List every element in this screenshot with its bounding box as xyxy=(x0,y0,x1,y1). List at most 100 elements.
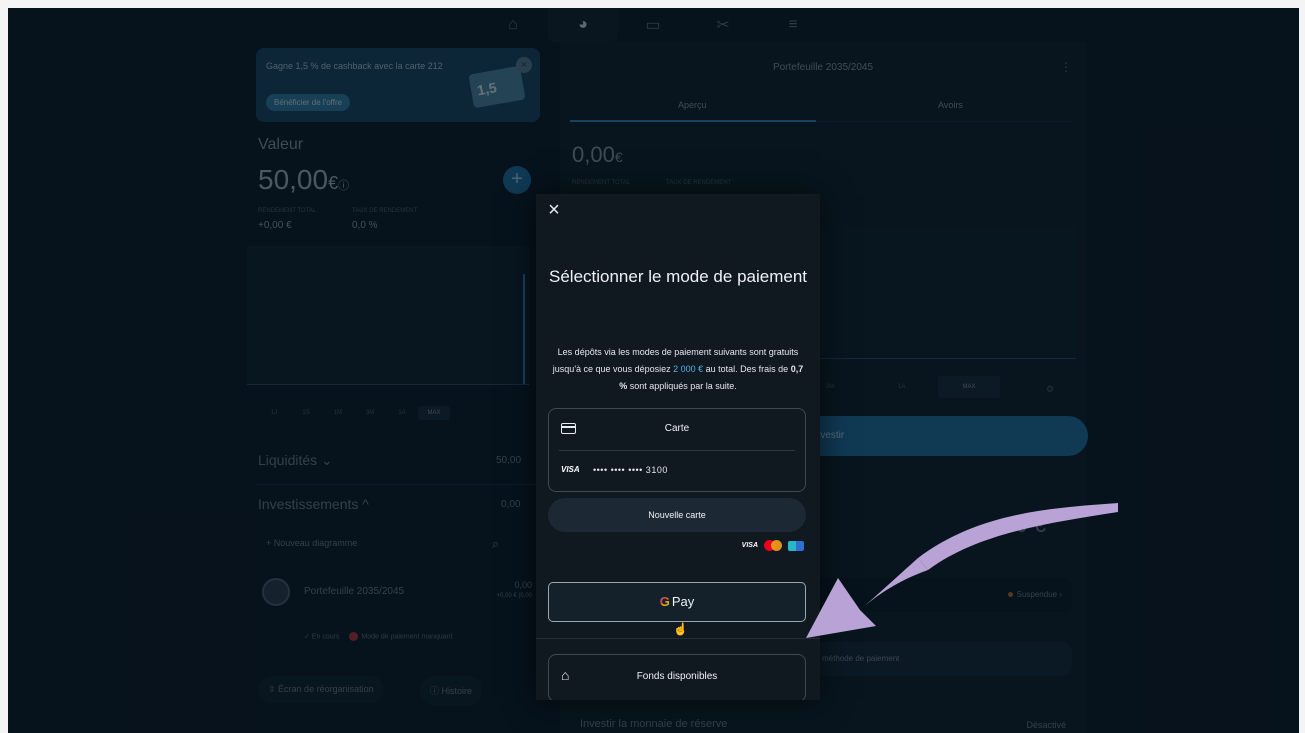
portfolio-value: 0,00 +0,00 € (0,00 xyxy=(496,580,532,602)
value-currency: € xyxy=(328,173,339,193)
investissements-label: Investissements xyxy=(258,496,359,512)
cb-logo xyxy=(788,540,804,551)
history-label: Histoire xyxy=(441,686,473,696)
promo-text: Gagne 1,5 % de cashback avec la carte 21… xyxy=(266,61,443,71)
active-tab-indicator xyxy=(570,120,816,122)
close-icon[interactable]: × xyxy=(544,200,564,220)
portfolio-row[interactable]: Portefeuille 2035/2045 0,00 +0,00 € (0,0… xyxy=(258,574,540,612)
range-1d[interactable]: 1J xyxy=(258,410,290,420)
reorganize-label: Écran de réorganisation xyxy=(278,684,374,694)
return-rate-value: 0,0 % xyxy=(352,220,378,231)
desc-part-2: au total. Des frais de xyxy=(703,364,791,374)
panel-range-3m[interactable]: 3M xyxy=(826,384,834,390)
home-icon[interactable]: ⌂ xyxy=(478,8,548,42)
promo-offer-button[interactable]: Bénéficier de l'offre xyxy=(266,94,351,111)
reorganize-button[interactable]: ⇳ Écran de réorganisation xyxy=(258,676,384,703)
panel-amount: 0,00€ xyxy=(572,142,623,168)
modal-title: Sélectionner le mode de paiement xyxy=(549,267,807,286)
reserve-status[interactable]: Désactivé xyxy=(1026,720,1066,730)
status-ongoing: ✓ En cours xyxy=(304,633,340,641)
portfolio-avatar xyxy=(262,578,290,606)
panel-title: Portefeuille 2035/2045 xyxy=(772,62,874,73)
range-max[interactable]: MAX xyxy=(418,406,450,420)
panel-total-return-label: RENDEMENT TOTAL xyxy=(572,180,631,186)
google-pay-button[interactable]: G Pay xyxy=(548,582,806,622)
portfolio-value-sub: +0,00 € (0,00 xyxy=(496,593,532,599)
menu-icon[interactable]: ≡ xyxy=(758,8,828,42)
liquidites-label: Liquidités xyxy=(258,452,318,468)
available-funds-option[interactable]: ⌂ Fonds disponibles xyxy=(548,654,806,700)
add-funds-button[interactable]: + xyxy=(503,166,531,194)
top-navigation: ⌂ ◕ ▭ ✂ ≡ xyxy=(478,8,878,42)
search-icon[interactable]: ⌕ xyxy=(492,536,499,552)
value-chart xyxy=(247,246,529,385)
pie-chart-icon[interactable]: ◕ xyxy=(548,8,618,42)
liquidites-header[interactable]: Liquidités ⌄ xyxy=(258,452,333,469)
chart-line xyxy=(523,274,525,384)
new-diagram-button[interactable]: + Nouveau diagramme xyxy=(266,538,357,548)
desc-highlight: 2 000 € xyxy=(673,364,704,374)
divider xyxy=(256,484,538,485)
card-number: •••• •••• •••• 3100 xyxy=(593,465,668,475)
tools-icon[interactable]: ✂ xyxy=(688,8,758,42)
range-1w[interactable]: 1S xyxy=(290,410,322,420)
visa-logo: VISA xyxy=(561,465,580,474)
payment-method-row[interactable]: méthode de paiement xyxy=(810,642,1072,676)
value-main: 50,00 xyxy=(258,164,329,195)
google-g-icon: G xyxy=(659,594,670,609)
panel-amount-currency: € xyxy=(614,149,623,165)
desc-part-3: sont appliqués par la suite. xyxy=(627,381,737,391)
total-return-value: +0,00 € xyxy=(258,220,292,231)
settings-icon[interactable]: ⚙ xyxy=(1046,384,1054,395)
status-missing-payment: Mode de paiement manquant xyxy=(361,633,453,641)
panel-range-1y[interactable]: 1A xyxy=(898,384,905,390)
portfolio-name: Portefeuille 2035/2045 xyxy=(304,586,405,597)
new-card-button[interactable]: Nouvelle carte xyxy=(548,498,806,532)
return-rate-label: TAUX DE RENDEMENT xyxy=(352,208,418,214)
modal-divider xyxy=(536,638,820,639)
portfolio-status: ✓ En cours Mode de paiement manquant xyxy=(304,632,453,641)
tab-divider xyxy=(816,121,1072,122)
saved-card-option[interactable]: Carte VISA •••• •••• •••• 3100 xyxy=(548,408,806,492)
app-window: ⌂ ◕ ▭ ✂ ≡ Gagne 1,5 % de cashback avec l… xyxy=(8,8,1299,733)
more-options-icon[interactable]: ⋮ xyxy=(1060,60,1072,74)
liquidites-value: 50,00 xyxy=(496,455,522,466)
portfolio-value-main: 0,00 xyxy=(514,580,532,590)
total-return-label: RENDEMENT TOTAL xyxy=(258,208,317,214)
panel-amount-large: 0 € xyxy=(1015,512,1046,537)
hand-cursor-icon: ☝ xyxy=(673,622,688,636)
suspended-label: Suspendue xyxy=(1016,590,1058,599)
available-funds-label: Fonds disponibles xyxy=(636,671,718,682)
tab-overview[interactable]: Aperçu xyxy=(678,100,707,110)
error-icon xyxy=(349,632,359,641)
panel-range-max[interactable]: MAX xyxy=(938,376,1000,398)
range-1m[interactable]: 1M xyxy=(322,410,354,420)
mastercard-logo xyxy=(764,540,782,551)
payment-method-modal: × Sélectionner le mode de paiement Les d… xyxy=(536,194,820,700)
range-3m[interactable]: 3M xyxy=(354,410,386,420)
promo-card-image: 1,5 xyxy=(468,65,526,109)
cashback-promo-banner: Gagne 1,5 % de cashback avec la carte 21… xyxy=(256,48,540,122)
investissements-value: 0,00 xyxy=(501,499,521,510)
history-button[interactable]: ⓘ Histoire xyxy=(420,676,483,705)
status-dot xyxy=(1007,592,1013,598)
value-amount: 50,00€ⓘ xyxy=(258,164,350,195)
value-label: Valeur xyxy=(258,136,304,153)
card-divider xyxy=(559,450,795,451)
invest-button[interactable]: Investir xyxy=(800,416,1088,456)
modal-description: Les dépôts via les modes de paiement sui… xyxy=(548,344,808,395)
investissements-header[interactable]: Investissements ^ xyxy=(258,496,369,512)
reserve-label: Investir la monnaie de réserve xyxy=(580,718,728,730)
card-option-title: Carte xyxy=(664,423,690,434)
savings-plan-row[interactable]: Suspendue › xyxy=(810,578,1072,612)
time-range-selector: 1J 1S 1M 3M 1A MAX xyxy=(258,406,450,420)
tab-holdings[interactable]: Avoirs xyxy=(938,100,963,110)
panel-amount-main: 0,00 xyxy=(572,142,615,167)
visa-logo: VISA xyxy=(741,542,758,549)
gpay-label: Pay xyxy=(671,594,695,609)
panel-chart xyxy=(800,226,1076,359)
range-1y[interactable]: 1A xyxy=(386,410,418,420)
close-icon[interactable]: × xyxy=(516,57,532,73)
card-brands: VISA xyxy=(742,540,804,551)
card-icon[interactable]: ▭ xyxy=(618,8,688,42)
